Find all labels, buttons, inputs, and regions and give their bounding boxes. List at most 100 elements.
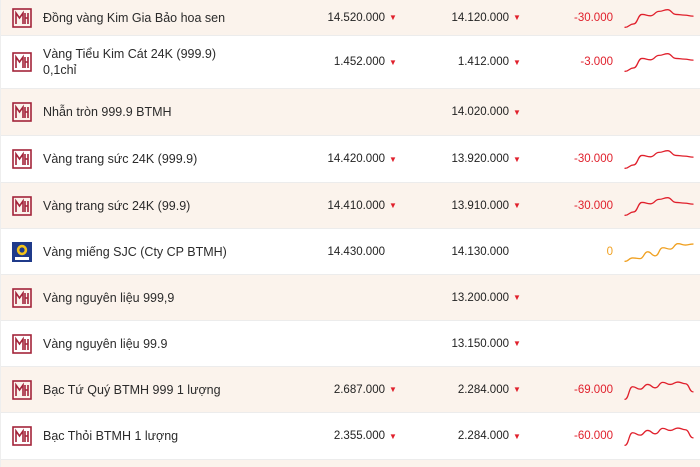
- brand-logo: [1, 102, 43, 122]
- sell-price-cell: 13.200.000 ▼: [399, 292, 523, 304]
- product-name[interactable]: Vàng Tiểu Kim Cát 24K (999.9) 0,1chỉ: [43, 46, 275, 78]
- btmh-logo-icon: [12, 52, 32, 72]
- sparkline-chart: [624, 427, 694, 446]
- sell-down-arrow-icon: ▼: [513, 154, 521, 164]
- sell-price-cell: 14.130.000: [399, 246, 523, 258]
- gold-price-table: Đồng vàng Kim Gia Bảo hoa sen 14.520.000…: [0, 0, 700, 467]
- price-row[interactable]: Vàng miếng SJC (Cty CP BTMH) 14.430.000 …: [1, 229, 700, 275]
- price-change: -60.000: [573, 430, 613, 442]
- product-name[interactable]: Nhẫn tròn 999.9 BTMH: [43, 104, 275, 120]
- buy-price-cell: 14.520.000 ▼: [275, 12, 399, 24]
- buy-down-arrow-icon: ▼: [389, 385, 397, 394]
- sparkline-cell: [617, 239, 700, 265]
- buy-price: 14.420.000: [327, 153, 385, 165]
- buy-price-cell: 1.452.000 ▼: [275, 56, 399, 68]
- brand-logo: [1, 52, 43, 72]
- sell-price-cell: 13.920.000 ▼: [399, 153, 523, 165]
- product-name-line1: Vàng trang sức 24K (999.9): [43, 152, 198, 166]
- sell-price: 13.150.000: [451, 337, 509, 350]
- product-name[interactable]: Đồng vàng Kim Gia Bảo hoa sen: [43, 10, 275, 26]
- btmh-logo-icon: [12, 195, 32, 216]
- sell-price: 14.120.000: [451, 11, 509, 24]
- product-name[interactable]: Vàng nguyên liệu 999,9: [43, 290, 275, 306]
- product-name-line1: Vàng trang sức 24K (99.9): [43, 198, 191, 213]
- price-change: -3.000: [580, 56, 613, 68]
- sell-down-arrow-icon: ▼: [513, 431, 521, 441]
- product-name-line1: Bạc Tứ Quý BTMH 999 1 lượng: [43, 382, 221, 397]
- sparkline-chart: [624, 242, 694, 262]
- buy-price-cell: 14.410.000 ▼: [275, 200, 399, 212]
- sell-price: 13.920.000: [451, 153, 509, 165]
- sell-price: 2.284.000: [457, 430, 509, 442]
- price-row[interactable]: Vàng trang sức 24K (999.9) 14.420.000 ▼ …: [1, 136, 700, 183]
- sell-price: 14.020.000: [451, 106, 509, 118]
- sell-down-arrow-icon: ▼: [513, 293, 521, 302]
- product-name[interactable]: Bạc Thỏi BTMH 1 lượng: [43, 428, 275, 444]
- product-name[interactable]: Vàng trang sức 24K (999.9): [43, 151, 275, 167]
- product-name[interactable]: Bạc Tứ Quý BTMH 999 1 lượng: [43, 382, 275, 398]
- price-row[interactable]: Đồng vàng Kim Gia Bảo hoa sen 14.520.000…: [1, 0, 700, 36]
- sparkline-cell: [617, 193, 700, 219]
- product-name-line1: Vàng nguyên liệu 999,9: [43, 290, 175, 305]
- sell-down-arrow-icon: ▼: [513, 385, 521, 394]
- price-change: -30.000: [573, 153, 613, 165]
- sell-price: 1.412.000: [457, 56, 509, 68]
- sell-price-cell: 1.412.000 ▼: [399, 56, 523, 68]
- price-row[interactable]: Vàng Tiểu Kim Cát 24K (999.9) 0,1chỉ 1.4…: [1, 36, 700, 89]
- price-change: -30.000: [573, 199, 613, 212]
- sell-price-cell: 13.910.000 ▼: [399, 200, 523, 212]
- brand-logo: [1, 7, 43, 28]
- btmh-logo-icon: [12, 102, 32, 122]
- sparkline-cell: [617, 49, 700, 75]
- product-name-line1: Bạc Thỏi BTMH 1 lượng: [43, 429, 179, 443]
- sell-price: 13.910.000: [451, 199, 509, 212]
- price-row[interactable]: Vàng nguyên liệu 999,9 13.200.000 ▼: [1, 275, 700, 321]
- sell-price-cell: 14.120.000 ▼: [399, 12, 523, 24]
- buy-down-arrow-icon: ▼: [389, 13, 397, 22]
- price-rows: Đồng vàng Kim Gia Bảo hoa sen 14.520.000…: [1, 0, 700, 460]
- sparkline-chart: [624, 53, 694, 72]
- product-name-line2: 0,1chỉ: [43, 63, 77, 77]
- sell-price-cell: 14.020.000 ▼: [399, 106, 523, 118]
- sell-price-cell: 2.284.000 ▼: [399, 384, 523, 396]
- brand-logo: [1, 241, 43, 262]
- product-name[interactable]: Vàng nguyên liệu 99.9: [43, 336, 275, 352]
- btmh-logo-icon: [12, 7, 32, 28]
- buy-down-arrow-icon: ▼: [389, 154, 397, 164]
- price-change: 0: [606, 245, 613, 258]
- product-name-line1: Vàng nguyên liệu 99.9: [43, 336, 168, 351]
- btmh-logo-icon: [12, 333, 32, 354]
- btmh-logo-icon: [12, 426, 32, 446]
- sell-price: 2.284.000: [457, 383, 509, 396]
- price-row[interactable]: Vàng nguyên liệu 99.9 13.150.000 ▼: [1, 321, 700, 367]
- buy-price: 14.520.000: [327, 11, 385, 24]
- sparkline-cell: [617, 146, 700, 172]
- buy-price: 14.430.000: [327, 245, 385, 258]
- product-name-line1: Vàng Tiểu Kim Cát 24K (999.9): [43, 47, 217, 61]
- sparkline-chart: [624, 380, 694, 400]
- buy-price-cell: 14.420.000 ▼: [275, 153, 399, 165]
- price-row[interactable]: Bạc Tứ Quý BTMH 999 1 lượng 2.687.000 ▼ …: [1, 367, 700, 413]
- price-row[interactable]: Vàng trang sức 24K (99.9) 14.410.000 ▼ 1…: [1, 183, 700, 229]
- buy-price-cell: 2.355.000 ▼: [275, 430, 399, 442]
- btmh-logo-icon: [12, 379, 32, 400]
- btmh-logo-icon: [12, 287, 32, 308]
- sell-down-arrow-icon: ▼: [513, 57, 521, 67]
- sparkline-cell: [617, 423, 700, 449]
- buy-price: 1.452.000: [333, 56, 385, 68]
- brand-logo: [1, 195, 43, 216]
- buy-price: 14.410.000: [327, 199, 385, 212]
- product-name[interactable]: Vàng trang sức 24K (99.9): [43, 198, 275, 214]
- buy-down-arrow-icon: ▼: [389, 201, 397, 210]
- price-row[interactable]: Nhẫn tròn 999.9 BTMH 14.020.000 ▼: [1, 89, 700, 136]
- brand-logo: [1, 333, 43, 354]
- sell-down-arrow-icon: ▼: [513, 107, 521, 117]
- brand-logo: [1, 287, 43, 308]
- price-change: -69.000: [573, 383, 613, 396]
- price-row[interactable]: Bạc Thỏi BTMH 1 lượng 2.355.000 ▼ 2.284.…: [1, 413, 700, 460]
- sparkline-chart: [624, 150, 694, 169]
- product-name[interactable]: Vàng miếng SJC (Cty CP BTMH): [43, 244, 275, 260]
- sell-down-arrow-icon: ▼: [513, 201, 521, 210]
- product-name-line1: Nhẫn tròn 999.9 BTMH: [43, 105, 172, 119]
- sparkline-cell: [617, 5, 700, 31]
